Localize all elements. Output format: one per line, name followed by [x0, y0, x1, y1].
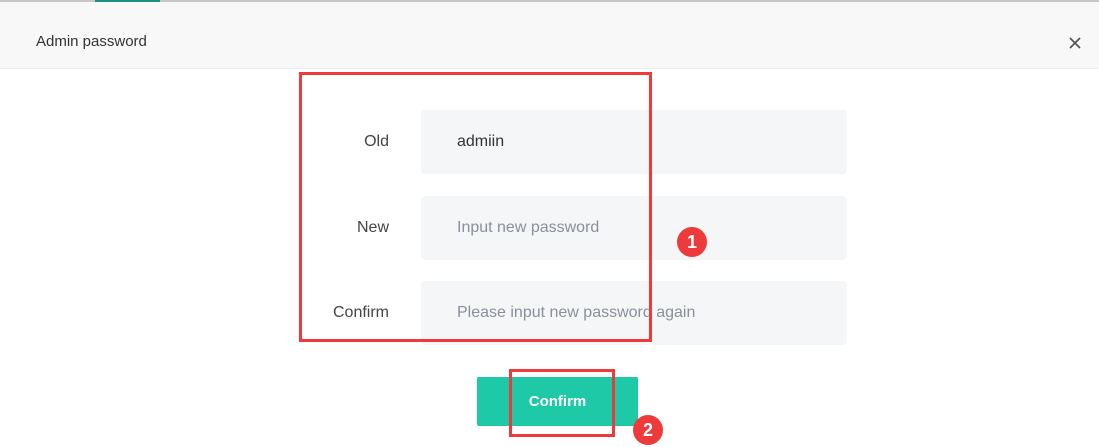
new-password-input[interactable] [421, 196, 847, 260]
old-password-field-container [421, 110, 847, 174]
confirm-password-input[interactable] [421, 281, 847, 345]
confirm-password-field-container [421, 281, 847, 345]
confirm-password-label: Confirm [332, 304, 389, 321]
new-password-field-container [421, 196, 847, 260]
dialog-title: Admin password [36, 33, 147, 50]
new-password-label: New [356, 219, 389, 236]
old-password-label: Old [364, 133, 389, 150]
close-icon[interactable] [1064, 32, 1086, 54]
dialog-header: Admin password [0, 2, 1099, 69]
old-password-input[interactable] [421, 110, 847, 174]
confirm-button[interactable]: Confirm [477, 377, 638, 426]
